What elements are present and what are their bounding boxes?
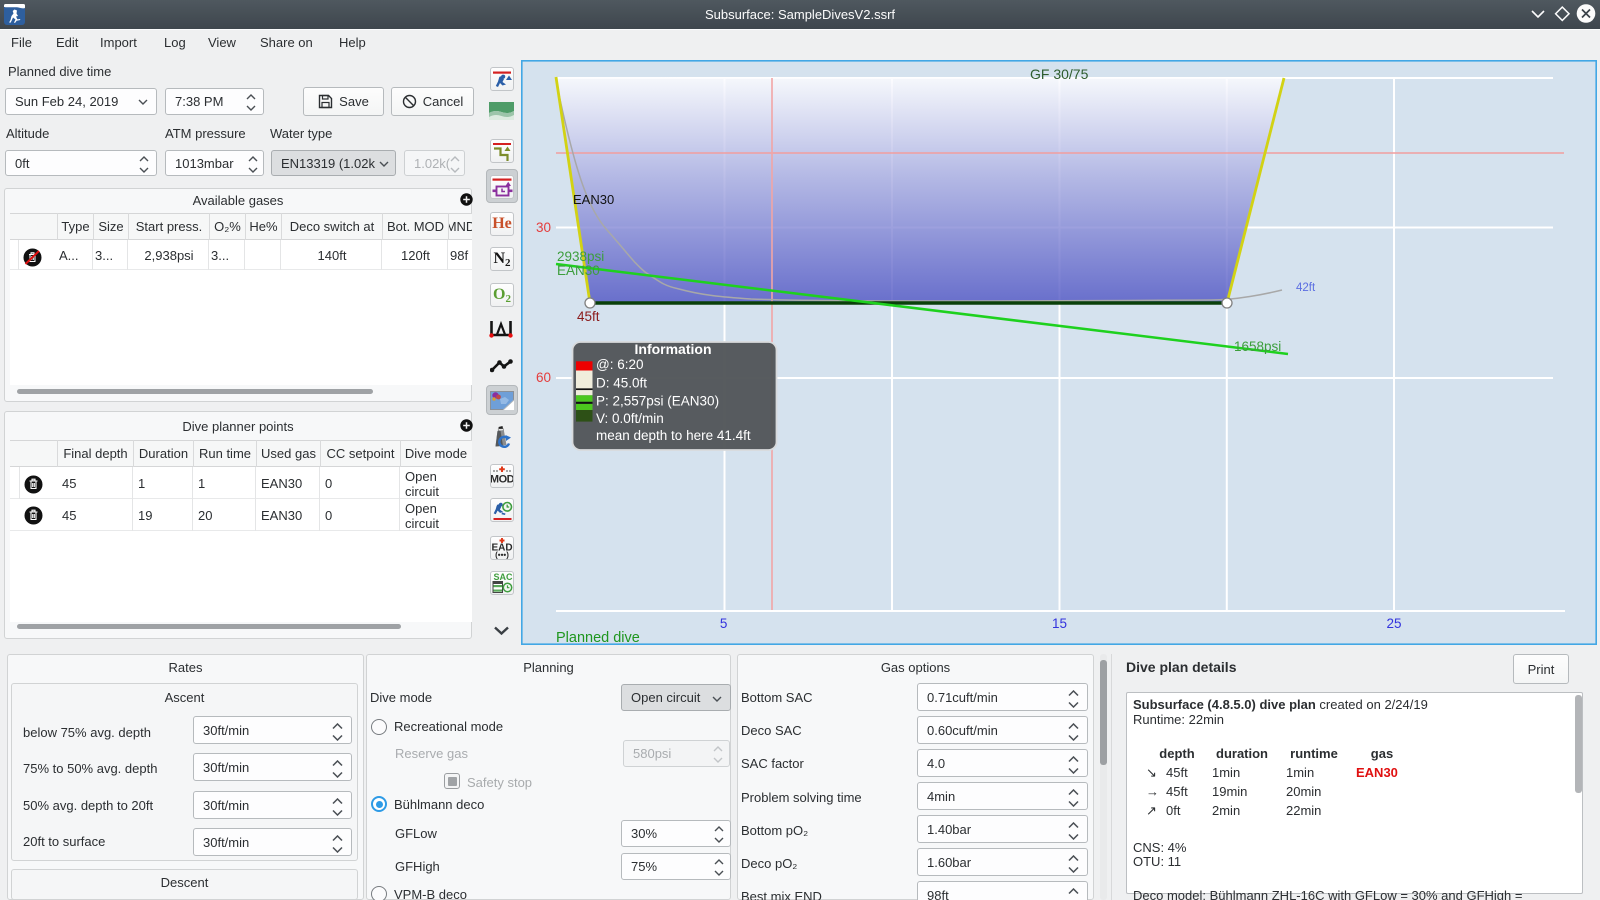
svg-text:(•••): (•••) (495, 550, 509, 559)
svg-text:EAN30: EAN30 (557, 263, 600, 278)
svg-text:SAC: SAC (493, 572, 513, 582)
svg-text:5: 5 (720, 616, 728, 631)
svg-text:EAN30: EAN30 (573, 192, 614, 207)
svg-text:42ft: 42ft (1296, 282, 1316, 294)
svg-text:15: 15 (1052, 616, 1067, 631)
svg-text:mean depth to here 41.4ft: mean depth to here 41.4ft (596, 428, 751, 443)
svg-text:MOD: MOD (491, 473, 513, 485)
svg-text:2938psi: 2938psi (557, 249, 604, 264)
svg-text:D: 45.0ft: D: 45.0ft (596, 375, 647, 390)
svg-text:GF 30/75: GF 30/75 (1030, 66, 1089, 82)
svg-text:60: 60 (536, 370, 551, 385)
svg-text:V: 0.0ft/min: V: 0.0ft/min (596, 411, 664, 426)
svg-text:45ft: 45ft (577, 309, 600, 324)
svg-text:Planned dive: Planned dive (556, 630, 640, 645)
svg-text:25: 25 (1386, 616, 1401, 631)
svg-text:@: 6:20: @: 6:20 (596, 357, 643, 372)
svg-text:1658psi: 1658psi (1234, 339, 1281, 354)
svg-text:Information: Information (635, 341, 712, 357)
svg-text:30: 30 (536, 220, 551, 235)
svg-text:P: 2,557psi (EAN30): P: 2,557psi (EAN30) (596, 393, 719, 408)
